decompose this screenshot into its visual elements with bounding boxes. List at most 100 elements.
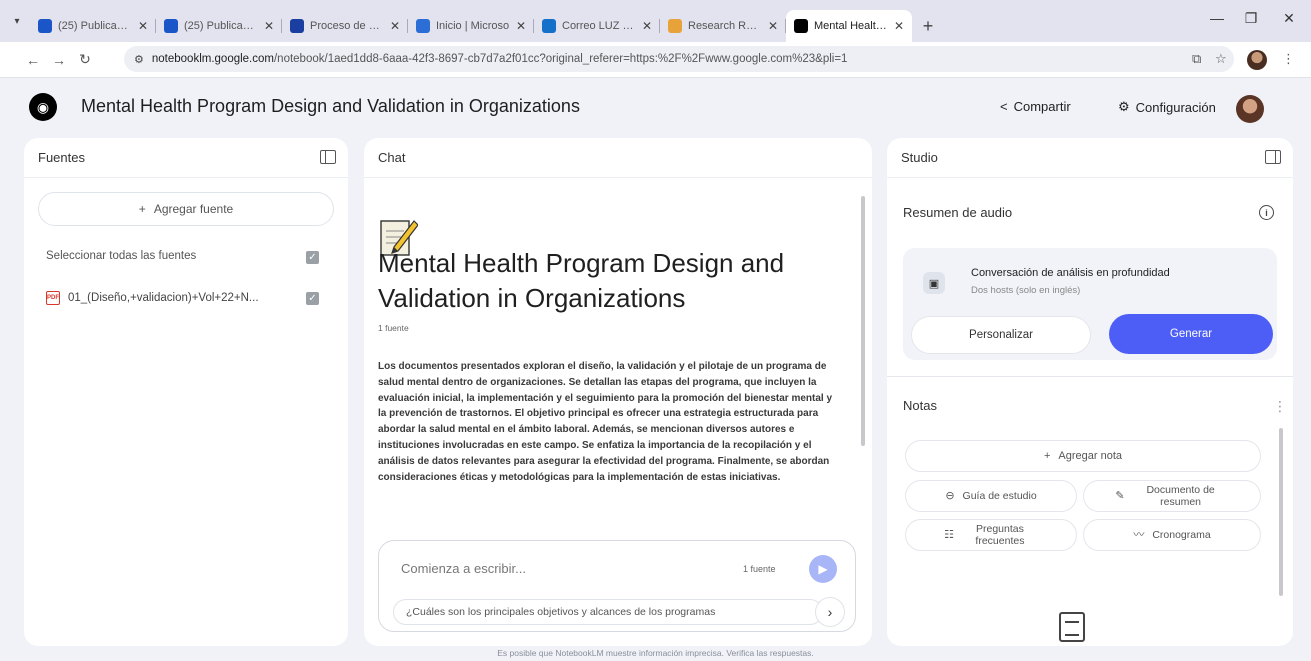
chat-input-box[interactable]: Comienza a escribir... 1 fuente ▶ ¿Cuále… xyxy=(378,540,856,632)
faq-button[interactable]: ☷ Preguntas frecuentes xyxy=(905,519,1077,551)
notebooklm-icon xyxy=(794,19,808,33)
close-tab-icon[interactable]: ✕ xyxy=(138,19,148,33)
browser-tab-label: Research Rabbit xyxy=(688,20,762,32)
forward-icon[interactable]: → xyxy=(46,52,72,68)
studio-header: Studio xyxy=(887,138,1293,178)
url-path: /notebook/1aed1dd8-6aaa-42f3-8697-cb7d7a… xyxy=(273,53,848,65)
minimize-icon[interactable]: — xyxy=(1206,10,1228,26)
audio-overview-card: ▣ Conversación de análisis en profundida… xyxy=(903,248,1277,360)
notebooklm-logo-icon[interactable]: ◉ xyxy=(29,93,57,121)
browser-tab[interactable]: Inicio | Microso ✕ xyxy=(408,10,534,42)
notebook-title[interactable]: Mental Health Program Design and Validat… xyxy=(81,96,580,117)
browser-tab[interactable]: (25) Publicación ✕ xyxy=(156,10,282,42)
notes-heading: Notas xyxy=(903,398,937,413)
back-icon[interactable]: ← xyxy=(20,52,46,68)
browser-tab-label: Correo LUZ EY xyxy=(562,20,636,32)
url-host: notebooklm.google.com xyxy=(151,53,274,65)
close-tab-icon[interactable]: ✕ xyxy=(894,19,904,33)
source-count-label: 1 fuente xyxy=(378,323,409,333)
browser-tab-label: Proceso de Sel xyxy=(310,20,384,32)
browser-tab[interactable]: Correo LUZ EY ✕ xyxy=(534,10,660,42)
source-item-name: 01_(Diseño,+validacion)+Vol+22+N... xyxy=(68,292,259,304)
notes-list-icon[interactable] xyxy=(1059,612,1085,642)
browser-tab-strip: ▾ (25) Publicación ✕ (25) Publicación ✕ Proc… xyxy=(0,0,1311,42)
timeline-label: Cronograma xyxy=(1152,529,1211,541)
gear-icon: ⚙ xyxy=(1118,99,1130,114)
chat-input-source-count: 1 fuente xyxy=(743,564,776,574)
timeline-icon: 〰 xyxy=(1133,529,1145,541)
share-icon: < xyxy=(1000,99,1008,114)
document-edit-icon: ✎ xyxy=(1115,490,1125,502)
browser-tab[interactable]: (25) Publicación ✕ xyxy=(30,10,156,42)
close-tab-icon[interactable]: ✕ xyxy=(516,19,526,33)
close-tab-icon[interactable]: ✕ xyxy=(390,19,400,33)
audio-doc-icon: ▣ xyxy=(923,272,945,294)
linkedin-icon xyxy=(164,19,178,33)
user-avatar[interactable] xyxy=(1236,95,1264,123)
generate-button[interactable]: Generar xyxy=(1109,314,1273,354)
notes-menu-icon[interactable]: ⋮ xyxy=(1273,398,1287,415)
settings-button[interactable]: ⚙ Configuración xyxy=(1118,99,1216,115)
linkedin-icon xyxy=(38,19,52,33)
browser-tab-label: Inicio | Microso xyxy=(436,20,510,32)
browser-tab[interactable]: Mental Health I ✕ xyxy=(786,10,912,42)
address-bar-row: ← → ↻ ⚙ notebooklm.google.com/notebook/1… xyxy=(0,42,1311,78)
chat-panel: Chat Mental Health Program Design and Va… xyxy=(364,138,872,646)
close-tab-icon[interactable]: ✕ xyxy=(264,19,274,33)
collapse-panel-icon[interactable] xyxy=(320,150,336,164)
timeline-button[interactable]: 〰 Cronograma xyxy=(1083,519,1261,551)
translate-icon[interactable]: ⧉ xyxy=(1192,51,1201,67)
studio-title: Studio xyxy=(901,150,938,165)
browser-profile-avatar[interactable] xyxy=(1247,50,1267,70)
browser-tab-label: (25) Publicación xyxy=(184,20,258,32)
source-checkbox[interactable]: ✓ xyxy=(306,292,319,305)
browser-tab[interactable]: Research Rabbit ✕ xyxy=(660,10,786,42)
notebook-summary: Los documentos presentados exploran el d… xyxy=(378,361,833,483)
chevron-right-icon[interactable]: › xyxy=(815,597,845,627)
document-icon xyxy=(290,19,304,33)
close-window-icon[interactable]: ✕ xyxy=(1278,10,1300,27)
customize-button[interactable]: Personalizar xyxy=(911,316,1091,354)
source-item[interactable]: PDF 01_(Diseño,+validacion)+Vol+22+N... xyxy=(46,291,286,305)
summary-doc-label: Documento de resumen xyxy=(1146,484,1215,508)
select-all-checkbox[interactable]: ✓ xyxy=(306,251,319,264)
suggested-question[interactable]: ¿Cuáles son los principales objetivos y … xyxy=(393,599,823,625)
add-source-button[interactable]: + Agregar fuente xyxy=(38,192,334,226)
bookmark-star-icon[interactable]: ☆ xyxy=(1215,51,1227,67)
browser-tab[interactable]: Proceso de Sel ✕ xyxy=(282,10,408,42)
audio-card-subtitle: Dos hosts (solo en inglés) xyxy=(971,285,1081,296)
add-note-button[interactable]: + Agregar nota xyxy=(905,440,1261,472)
chat-scrollbar[interactable] xyxy=(861,196,865,446)
studio-scrollbar[interactable] xyxy=(1279,428,1283,596)
studio-panel: Studio Resumen de audio i ▣ Conversación… xyxy=(887,138,1293,646)
summary-doc-button[interactable]: ✎ Documento de resumen xyxy=(1083,480,1261,512)
sources-title: Fuentes xyxy=(38,150,85,165)
url-input[interactable]: ⚙ notebooklm.google.com/notebook/1aed1dd… xyxy=(124,46,1234,72)
tab-search-icon[interactable]: ▾ xyxy=(8,12,26,30)
restore-icon[interactable]: ❐ xyxy=(1240,10,1262,27)
study-guide-button[interactable]: ⊖ Guía de estudio xyxy=(905,480,1077,512)
collapse-studio-icon[interactable] xyxy=(1265,150,1281,164)
disclaimer-text: Es posible que NotebookLM muestre inform… xyxy=(497,648,814,658)
reload-icon[interactable]: ↻ xyxy=(72,51,98,68)
share-button[interactable]: < Compartir xyxy=(1000,99,1071,114)
info-icon[interactable]: i xyxy=(1259,205,1274,220)
chat-header: Chat xyxy=(364,138,872,178)
plus-icon: + xyxy=(1043,450,1051,462)
browser-menu-icon[interactable]: ⋮ xyxy=(1282,51,1295,67)
audio-overview-heading: Resumen de audio xyxy=(903,205,1013,220)
add-note-label: Agregar nota xyxy=(1058,450,1123,462)
sources-panel: Fuentes + Agregar fuente Seleccionar tod… xyxy=(24,138,348,646)
outlook-icon xyxy=(542,19,556,33)
microsoft-icon xyxy=(416,19,430,33)
close-tab-icon[interactable]: ✕ xyxy=(642,19,652,33)
study-guide-label: Guía de estudio xyxy=(962,490,1037,502)
new-tab-button[interactable]: + xyxy=(912,10,944,42)
close-tab-icon[interactable]: ✕ xyxy=(768,19,778,33)
chat-title-label: Chat xyxy=(378,150,406,165)
send-button[interactable]: ▶ xyxy=(809,555,837,583)
chat-input-placeholder[interactable]: Comienza a escribir... xyxy=(401,561,526,576)
browser-tab-label: Mental Health I xyxy=(814,20,888,32)
site-info-icon[interactable]: ⚙ xyxy=(134,53,144,66)
faq-label: Preguntas frecuentes xyxy=(975,523,1025,547)
